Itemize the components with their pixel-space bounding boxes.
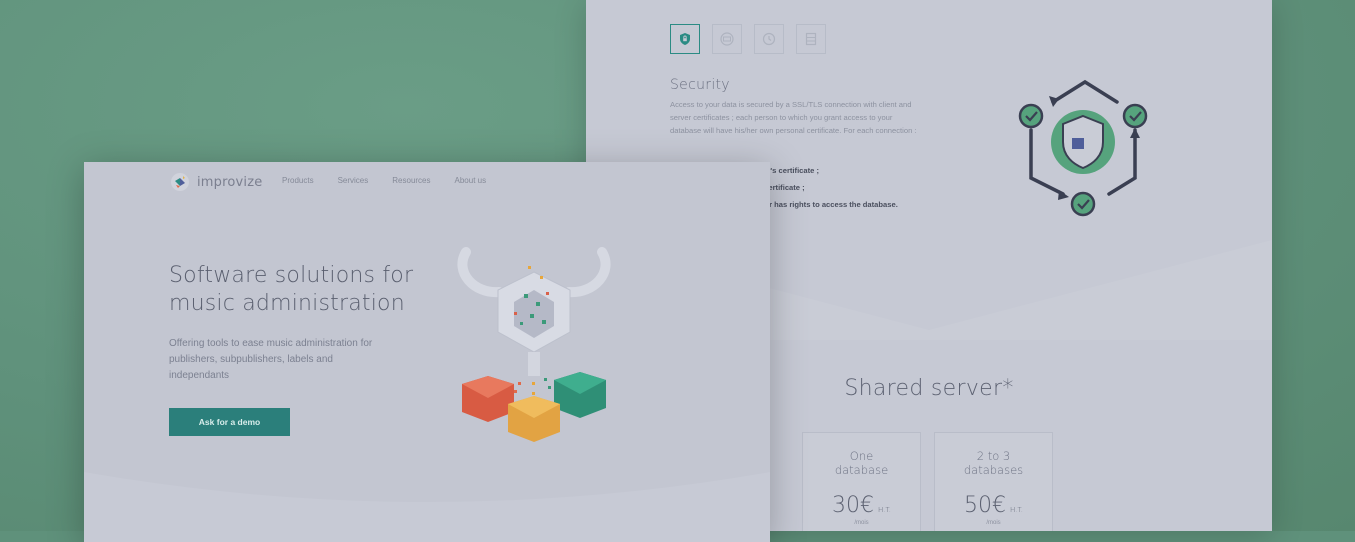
plan-name: One database xyxy=(834,449,889,477)
brand-name: improvize xyxy=(197,174,263,190)
pricing-card-two-to-three-databases[interactable]: 2 to 3 databases 50€ H.T. /mois xyxy=(934,432,1053,531)
security-illustration xyxy=(1018,79,1148,217)
security-description: Access to your data is secured by a SSL/… xyxy=(670,100,917,135)
history-icon xyxy=(762,32,776,46)
nav-resources[interactable]: Resources xyxy=(392,176,430,185)
nav-products[interactable]: Products xyxy=(282,176,314,185)
feature-tabs xyxy=(670,24,826,54)
brand-logo[interactable]: improvize xyxy=(170,172,262,192)
improvize-logo-icon xyxy=(171,173,189,191)
tab-security[interactable] xyxy=(670,24,700,54)
plan-name: 2 to 3 databases xyxy=(963,449,1024,477)
shield-icon xyxy=(680,33,690,45)
nav-services[interactable]: Services xyxy=(338,176,369,185)
main-nav: Products Services Resources About us xyxy=(282,176,510,185)
plan-unit: /mois xyxy=(854,520,869,526)
security-title: Security xyxy=(670,77,730,93)
tab-history[interactable] xyxy=(754,24,784,54)
hero-title: Software solutions for music administrat… xyxy=(169,263,414,316)
database-icon xyxy=(805,32,817,46)
nav-about-us[interactable]: About us xyxy=(455,176,487,185)
hero-subtitle: Offering tools to ease music administrat… xyxy=(169,338,373,381)
plan-unit: /mois xyxy=(986,520,1001,526)
homepage-panel: improvize Products Services Resources Ab… xyxy=(84,162,770,542)
server-icon xyxy=(720,32,734,46)
plan-price: 30€ H.T. xyxy=(831,493,892,518)
tab-database[interactable] xyxy=(796,24,826,54)
pricing-title: Shared server* xyxy=(844,376,1014,401)
plan-price: 50€ H.T. xyxy=(963,493,1024,518)
pricing-card-one-database[interactable]: One database 30€ H.T. /mois xyxy=(802,432,921,531)
tab-server[interactable] xyxy=(712,24,742,54)
section-divider xyxy=(84,472,770,542)
